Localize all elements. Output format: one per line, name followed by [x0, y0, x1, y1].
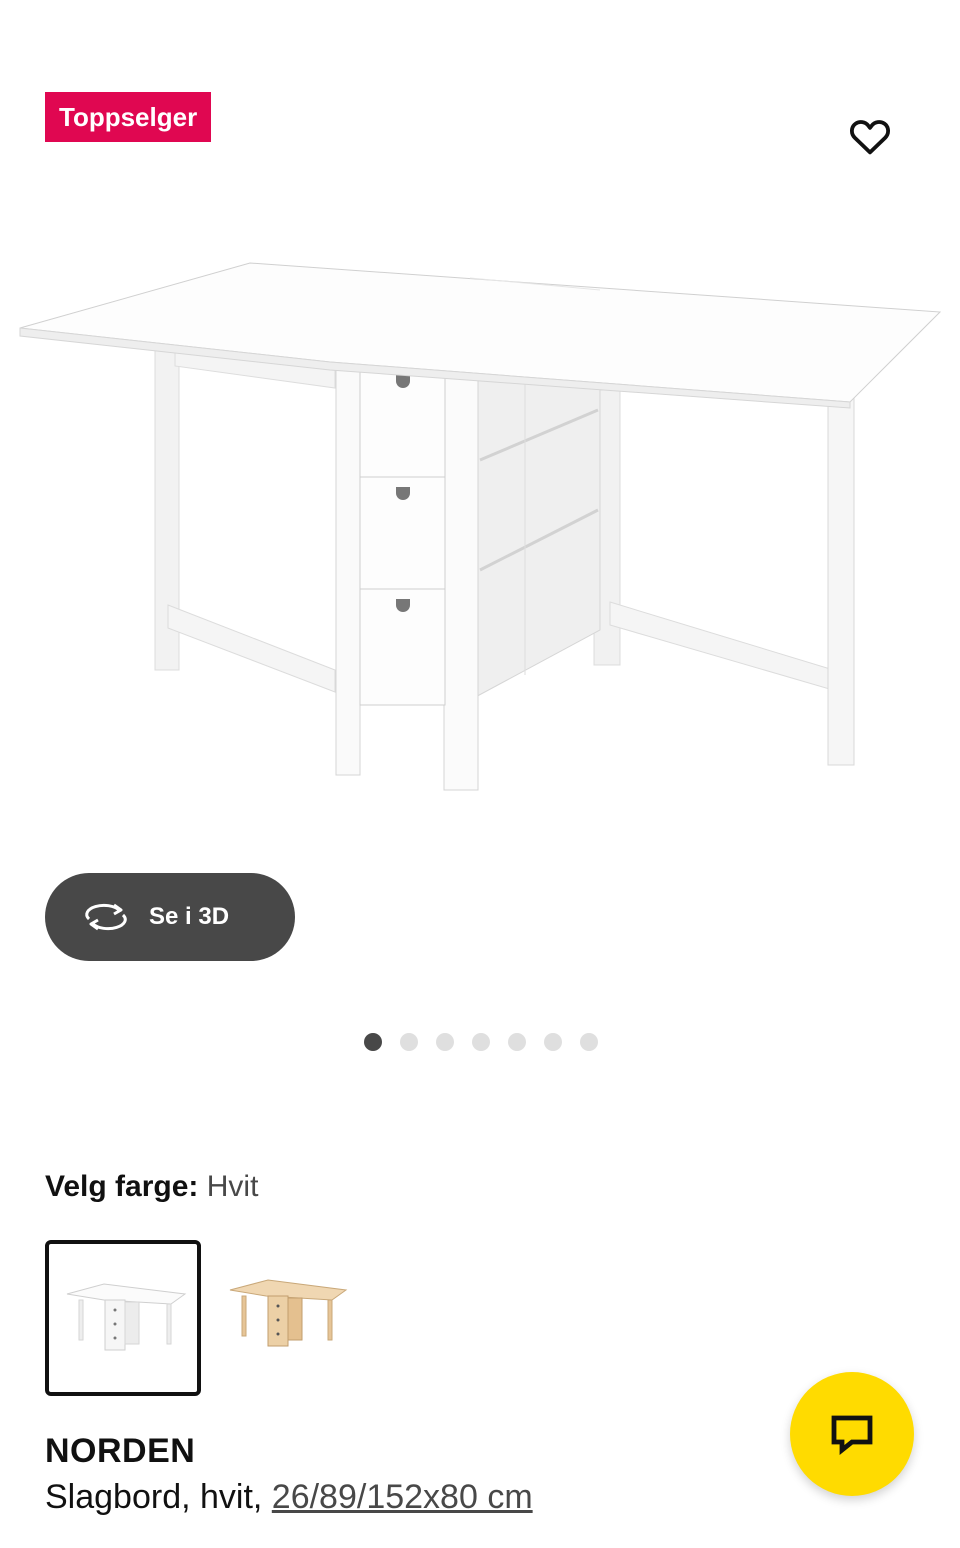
carousel-dot[interactable] — [364, 1033, 382, 1051]
rotate-3d-icon — [85, 903, 127, 931]
color-key: Velg farge: — [45, 1170, 199, 1203]
product-size-link[interactable]: 26/89/152x80 cm — [272, 1478, 533, 1516]
product-description: Slagbord, hvit, 26/89/152x80 cm — [45, 1478, 533, 1517]
carousel-dot[interactable] — [472, 1033, 490, 1051]
carousel-dot[interactable] — [508, 1033, 526, 1051]
product-image[interactable] — [0, 230, 960, 830]
color-swatch-birch[interactable] — [218, 1240, 374, 1396]
product-name: NORDEN — [45, 1432, 196, 1470]
carousel-dot[interactable] — [400, 1033, 418, 1051]
carousel-indicator — [364, 1033, 598, 1051]
carousel-dot[interactable] — [580, 1033, 598, 1051]
color-value: Hvit — [206, 1170, 259, 1203]
carousel-dot[interactable] — [436, 1033, 454, 1051]
product-type: Slagbord, hvit, — [45, 1478, 272, 1516]
view-3d-button[interactable]: Se i 3D — [45, 873, 295, 961]
carousel-dot[interactable] — [544, 1033, 562, 1051]
favorite-button[interactable] — [838, 104, 902, 168]
swatch-birch-image — [229, 1279, 348, 1347]
chat-bubble-icon — [831, 1415, 873, 1455]
heart-outline-icon — [850, 120, 890, 155]
color-selection-label: Velg farge: Hvit — [45, 1170, 258, 1204]
color-swatch-white[interactable] — [45, 1240, 201, 1396]
swatch-white-image — [66, 1283, 187, 1351]
topseller-badge: Toppselger — [45, 92, 212, 142]
chat-button[interactable] — [790, 1372, 914, 1496]
view-3d-label: Se i 3D — [149, 903, 230, 930]
